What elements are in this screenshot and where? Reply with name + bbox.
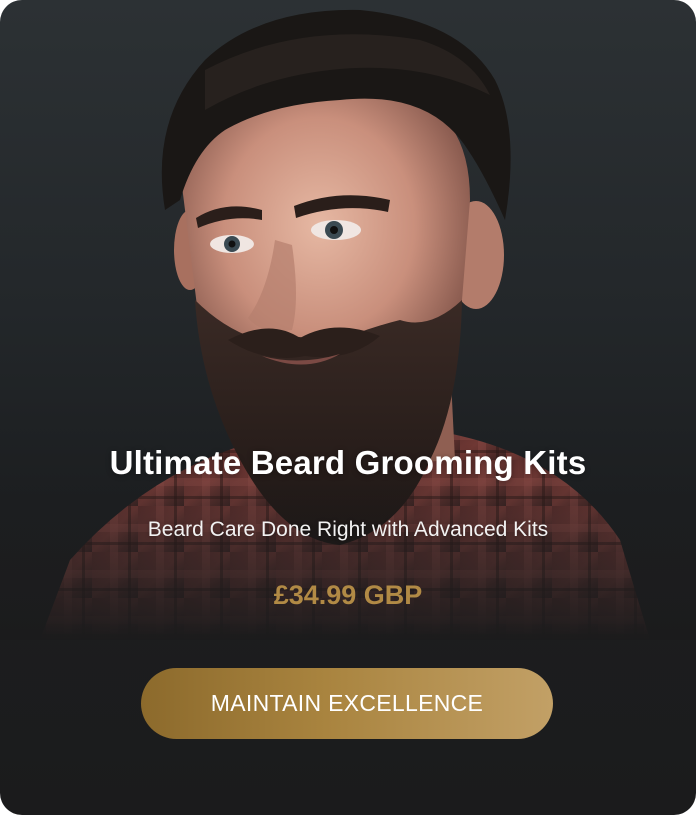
- product-price: £34.99 GBP: [273, 580, 423, 610]
- card-content: Ultimate Beard Grooming Kits Beard Care …: [0, 0, 696, 815]
- product-title: Ultimate Beard Grooming Kits: [109, 444, 587, 481]
- product-card: Ultimate Beard Grooming Kits Beard Care …: [0, 0, 696, 815]
- maintain-excellence-button[interactable]: MAINTAIN EXCELLENCE: [141, 668, 553, 739]
- product-subtitle: Beard Care Done Right with Advanced Kits: [147, 518, 549, 541]
